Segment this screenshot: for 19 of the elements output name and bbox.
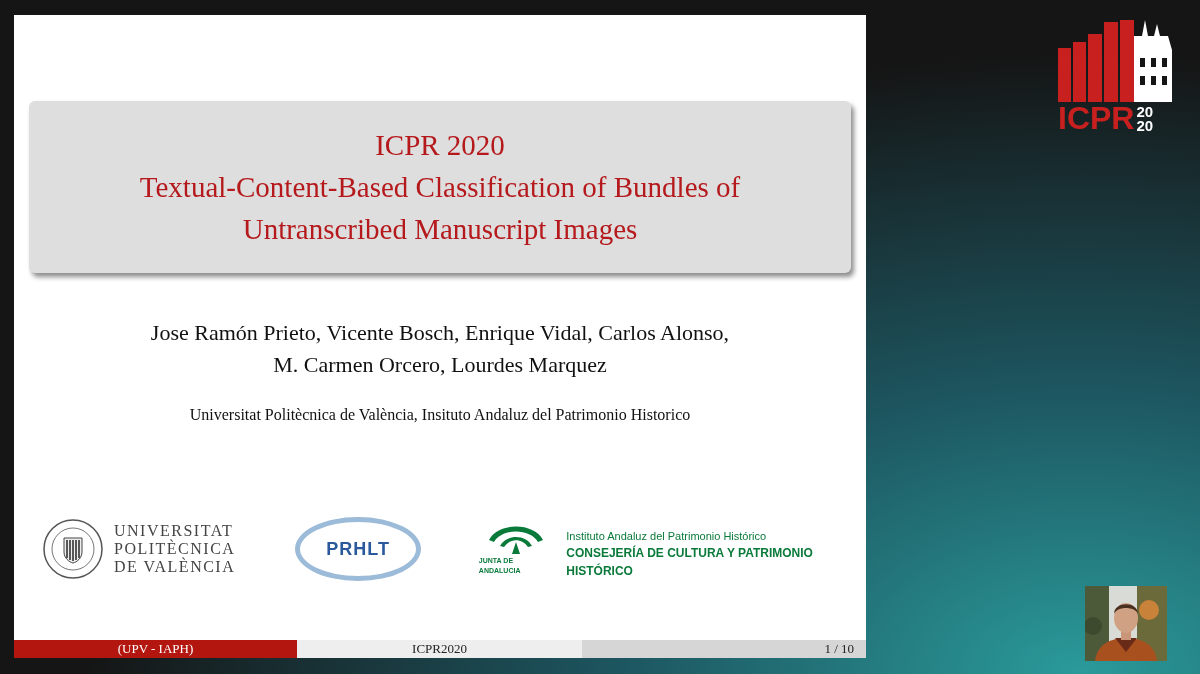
department-name: CONSEJERÍA DE CULTURA Y PATRIMONIO HISTÓRICO [566,544,814,581]
university-name: UNIVERSITAT [114,522,235,539]
footer-section: (UPV - IAPH) [14,640,297,658]
institute-name: Instituto Andaluz del Patrimonio Histórico [566,528,768,544]
university-name: DE VALÈNCIA [114,558,236,576]
logo-wordmark: ICPR [1058,103,1135,133]
prhlt-logo: PRHLT [295,517,421,581]
footer-section: ICPR2020 [297,640,582,658]
slide-title: Untranscribed Manuscript Images [242,212,638,247]
author-list: M. Carmen Orcero, Lourdes Marquez [273,349,607,381]
seal-icon [42,518,104,580]
author-list: Jose Ramón Prieto, Vicente Bosch, Enrique Vidal, Carlos Alonso, [150,317,730,349]
logo-year: 20 [1136,105,1154,119]
affiliation: Universitat Politècnica de València, Insituto Andaluz del Patrimonio Historico [189,405,691,425]
university-name: POLITÈCNICA [114,540,236,557]
footer-section: 1 / 10 [582,640,866,658]
logo-year: 20 [1136,119,1154,133]
slide-title: ICPR 2020 [375,128,505,163]
slide-title: Textual-Content-Based Classification of Bundles of [139,170,741,205]
